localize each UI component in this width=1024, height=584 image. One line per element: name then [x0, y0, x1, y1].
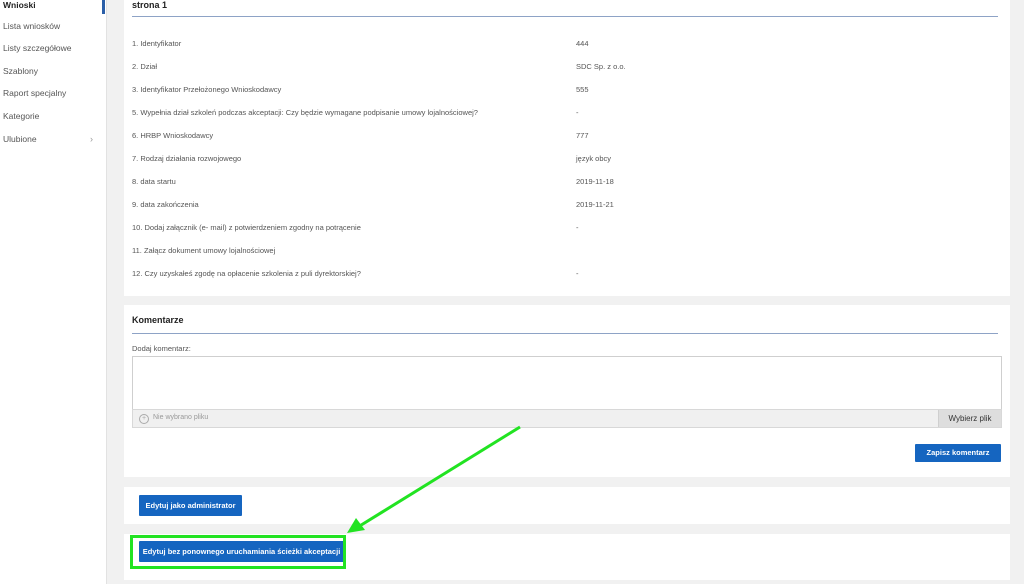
sidebar-item-szablony[interactable]: Szablony — [3, 66, 38, 76]
field-label: 9. data zakończenia — [132, 200, 199, 209]
field-label: 8. data startu — [132, 177, 176, 186]
admin-actions-panel: Edytuj jako administrator — [124, 487, 1010, 524]
sidebar-item-ulubione[interactable]: Ulubione — [3, 134, 37, 144]
active-indicator — [102, 0, 105, 14]
field-label: 7. Rodzaj działania rozwojowego — [132, 154, 242, 163]
highlight-box — [130, 535, 346, 569]
field-value: 555 — [576, 85, 589, 94]
choose-file-button[interactable]: Wybierz plik — [938, 410, 1001, 427]
field-value: 777 — [576, 131, 589, 140]
field-value: 2019-11-18 — [576, 177, 614, 186]
save-comment-button[interactable]: Zapisz komentarz — [915, 444, 1001, 462]
sidebar: Wnioski Lista wniosków Listy szczegółowe… — [0, 0, 107, 584]
field-value: - — [576, 269, 579, 278]
field-value: - — [576, 223, 579, 232]
page-title: strona 1 — [132, 0, 168, 10]
field-label: 1. Identyfikator — [132, 39, 182, 48]
field-value: język obcy — [576, 154, 612, 163]
edit-as-admin-button[interactable]: Edytuj jako administrator — [139, 495, 242, 516]
comment-label: Dodaj komentarz: — [132, 344, 191, 353]
chevron-right-icon[interactable]: › — [90, 134, 93, 144]
sidebar-item-wnioski[interactable]: Wnioski — [3, 0, 36, 10]
divider — [132, 16, 998, 17]
field-label: 10. Dodaj załącznik (e- mail) z potwierd… — [132, 223, 361, 232]
sidebar-item-lista-wnioskow[interactable]: Lista wniosków — [3, 21, 60, 31]
field-value: 2019-11-21 — [576, 200, 614, 209]
sidebar-item-listy-szczegolowe[interactable]: Listy szczegółowe — [3, 43, 72, 53]
file-upload[interactable]: + Nie wybrano pliku Wybierz plik — [132, 409, 1002, 428]
field-label: 3. Identyfikator Przełożonego Wnioskodaw… — [132, 85, 282, 94]
field-label: 5. Wypełnia dział szkoleń podczas akcept… — [132, 108, 478, 117]
sidebar-item-raport-specjalny[interactable]: Raport specjalny — [3, 88, 66, 98]
field-label: 2. Dział — [132, 62, 158, 71]
field-value: SDC Sp. z o.o. — [576, 62, 626, 71]
divider — [132, 333, 998, 334]
file-status: Nie wybrano pliku — [153, 414, 209, 421]
comments-panel: Komentarze Dodaj komentarz: + Nie wybran… — [124, 305, 1010, 477]
comment-textarea[interactable] — [132, 356, 1002, 410]
sidebar-item-kategorie[interactable]: Kategorie — [3, 111, 39, 121]
field-value: 444 — [576, 39, 589, 48]
field-label: 12. Czy uzyskałeś zgodę na opłacenie szk… — [132, 269, 361, 278]
comments-title: Komentarze — [132, 315, 184, 325]
field-label: 6. HRBP Wnioskodawcy — [132, 131, 214, 140]
add-file-icon: + — [139, 414, 149, 424]
details-panel: strona 1 1. Identyfikator 444 2. Dział S… — [124, 0, 1010, 296]
field-label: 11. Załącz dokument umowy lojalnościowej — [132, 246, 276, 255]
field-value: - — [576, 108, 579, 117]
